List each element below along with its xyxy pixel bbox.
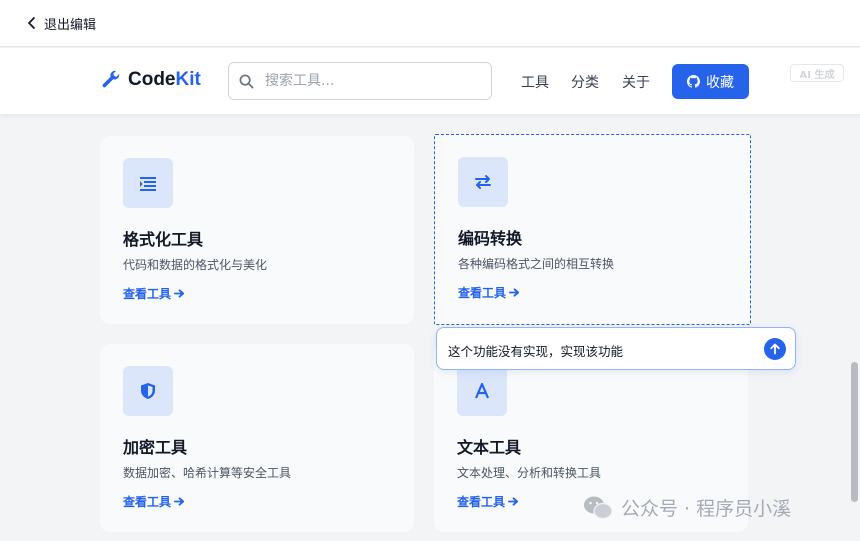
tool-card-encryption[interactable]: 加密工具 数据加密、哈希计算等安全工具 查看工具 — [100, 344, 414, 532]
shield-icon — [141, 383, 155, 399]
favorite-label: 收藏 — [706, 74, 734, 91]
favorite-button[interactable]: 收藏 — [672, 64, 749, 99]
wechat-icon — [584, 496, 613, 519]
card-title: 加密工具 — [123, 438, 188, 457]
arrow-right-icon — [174, 289, 185, 298]
view-tool-link[interactable]: 查看工具 — [123, 285, 185, 302]
view-tool-link[interactable]: 查看工具 — [458, 284, 520, 301]
view-tool-label: 查看工具 — [123, 287, 172, 301]
tool-card-encoding[interactable]: 编码转换 各种编码格式之间的相互转换 查看工具 — [434, 134, 751, 325]
prompt-text[interactable]: 这个功能没有实现，实现该功能 — [448, 341, 623, 360]
view-tool-link[interactable]: 查看工具 — [457, 493, 519, 510]
chevron-left-icon — [28, 17, 35, 29]
edit-prompt-input[interactable]: 这个功能没有实现，实现该功能 — [436, 327, 796, 370]
card-description: 各种编码格式之间的相互转换 — [458, 257, 615, 271]
view-tool-label: 查看工具 — [123, 495, 172, 509]
exit-edit-label: 退出编辑 — [44, 17, 97, 33]
nav-link-tools[interactable]: 工具 — [521, 72, 549, 92]
card-icon-box — [123, 366, 173, 416]
search-icon — [239, 74, 254, 89]
site-navbar: CodeKit 工具 分类 关于 收藏 AI 生成 — [0, 48, 860, 114]
brand-name-accent: Kit — [175, 69, 201, 90]
card-icon-box — [457, 366, 507, 416]
card-icon-box — [458, 157, 508, 207]
search-input[interactable] — [265, 63, 485, 99]
card-title: 文本工具 — [457, 438, 522, 457]
nav-link-about[interactable]: 关于 — [622, 72, 650, 92]
send-button[interactable] — [764, 338, 786, 360]
arrow-right-icon — [174, 497, 185, 506]
card-description: 数据加密、哈希计算等安全工具 — [123, 466, 292, 480]
view-tool-label: 查看工具 — [457, 495, 506, 509]
card-description: 代码和数据的格式化与美化 — [123, 258, 268, 272]
card-title: 格式化工具 — [123, 230, 204, 249]
font-icon — [474, 382, 490, 399]
watermark-text: 公众号 · 程序员小溪 — [621, 498, 792, 520]
watermark: 公众号 · 程序员小溪 — [583, 494, 791, 521]
card-title: 编码转换 — [458, 229, 523, 248]
brand-name: Code — [128, 69, 176, 90]
wrench-icon — [102, 70, 120, 88]
arrow-right-icon — [509, 288, 520, 297]
arrow-right-icon — [508, 497, 519, 506]
card-description: 文本处理、分析和转换工具 — [457, 466, 602, 480]
card-icon-box — [123, 158, 173, 208]
view-tool-label: 查看工具 — [458, 286, 507, 300]
ai-generated-badge: AI 生成 — [790, 64, 844, 82]
nav-link-categories[interactable]: 分类 — [571, 72, 599, 92]
scrollbar-thumb[interactable] — [851, 362, 858, 502]
exchange-icon — [475, 175, 491, 189]
align-left-icon — [140, 177, 156, 191]
search-box[interactable] — [228, 62, 492, 100]
exit-edit-button[interactable]: 退出编辑 — [26, 13, 96, 33]
github-icon — [687, 75, 700, 88]
edit-topbar: 退出编辑 — [0, 0, 860, 47]
tool-card-format[interactable]: 格式化工具 代码和数据的格式化与美化 查看工具 — [100, 136, 414, 324]
arrow-up-icon — [770, 343, 780, 355]
brand-logo[interactable]: CodeKit — [100, 69, 201, 91]
view-tool-link[interactable]: 查看工具 — [123, 493, 185, 510]
